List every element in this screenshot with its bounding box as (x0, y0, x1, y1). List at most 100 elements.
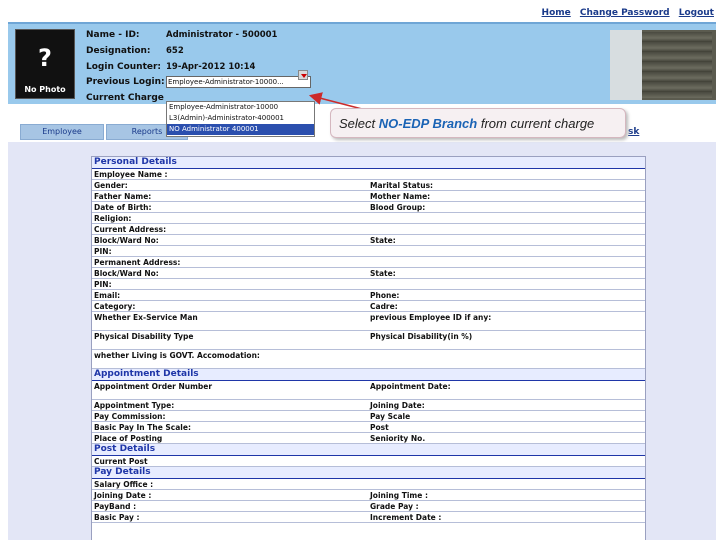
field-label: Increment Date : (370, 513, 442, 522)
form-row: Pay Commission: Pay Scale (92, 411, 645, 422)
field-label: State: (370, 236, 396, 245)
form-row: Gender: Marital Status: (92, 180, 645, 191)
form-row: PIN: (92, 279, 645, 290)
field-label: Basic Pay In The Scale: (94, 423, 191, 432)
desk-link[interactable]: sk (628, 127, 639, 137)
profile-values: Administrator - 500001 652 19-Apr-2012 1… (166, 28, 311, 91)
form-row: Religion: (92, 213, 645, 224)
form-row: Basic Pay In The Scale: Post (92, 422, 645, 433)
field-label: previous Employee ID if any: (370, 313, 492, 322)
callout-prefix: Select (339, 116, 379, 131)
form-row: Block/Ward No: State: (92, 235, 645, 246)
form-row: Appointment Order Number Appointment Date… (92, 381, 645, 400)
charge-option[interactable]: Employee-Administrator-10000 (167, 102, 314, 113)
form-row: Appointment Type: Joining Date: (92, 400, 645, 411)
form-row: Physical Disability Type Physical Disabil… (92, 331, 645, 350)
field-label: Salary Office : (94, 480, 154, 489)
field-label: Joining Time : (370, 491, 428, 500)
previous-login-value: 19-Apr-2012 10:14 (166, 61, 256, 72)
login-counter-label: Login Counter: (86, 61, 162, 72)
change-password-link[interactable]: Change Password (580, 8, 670, 18)
form-row: Current Address: (92, 224, 645, 235)
field-label: Blood Group: (370, 203, 426, 212)
user-photo: ? No Photo (15, 29, 75, 99)
field-label: Current Address: (94, 225, 167, 234)
personal-details-heading: Personal Details (92, 157, 645, 169)
post-details-heading: Post Details (92, 444, 645, 456)
field-label: Gender: (94, 181, 128, 190)
instruction-callout: Select NO-EDP Branch from current charge (330, 108, 626, 138)
field-label: Mother Name: (370, 192, 431, 201)
form-row: PIN: (92, 246, 645, 257)
top-nav: Home Change Password Logout (536, 8, 714, 18)
form-row: Salary Office : (92, 479, 645, 490)
form-row: Place of Posting Seniority No. (92, 433, 645, 444)
field-label: Pay Scale (370, 412, 411, 421)
photo-label: No Photo (24, 85, 66, 94)
name-id-label: Name - ID: (86, 30, 140, 40)
current-charge-select[interactable]: Employee-Administrator-10000... (166, 75, 311, 88)
field-label: whether Living is GOVT. Accomodation: (94, 351, 260, 360)
form-row: Date of Birth: Blood Group: (92, 202, 645, 213)
form-row: Basic Pay : Increment Date : (92, 512, 645, 523)
home-link[interactable]: Home (542, 8, 571, 18)
field-label: Grade Pay : (370, 502, 419, 511)
appointment-details-heading: Appointment Details (92, 369, 645, 381)
name-id-value: Administrator - 500001 (166, 30, 278, 40)
callout-highlight: NO-EDP Branch (378, 116, 478, 131)
current-charge-dropdown[interactable]: Employee-Administrator-10000 L3(Admin)-A… (166, 101, 315, 137)
field-label: Block/Ward No: (94, 269, 159, 278)
pay-details-heading: Pay Details (92, 467, 645, 479)
field-label: Whether Ex-Service Man (94, 313, 198, 322)
field-label: Block/Ward No: (94, 236, 159, 245)
field-label: Current Post (94, 457, 148, 466)
form-row: PayBand : Grade Pay : (92, 501, 645, 512)
charge-option[interactable]: L3(Admin)-Administrator-400001 (167, 113, 314, 124)
form-row: Email: Phone: (92, 290, 645, 301)
field-label: Appointment Type: (94, 401, 175, 410)
chevron-down-icon[interactable] (298, 70, 308, 80)
profile-labels: Name - ID: Designation: Login Counter: P… (86, 28, 165, 107)
field-label: Joining Date : (94, 491, 152, 500)
field-label: Physical Disability Type (94, 332, 194, 341)
form-row: Block/Ward No: State: (92, 268, 645, 279)
form-row: Current Post (92, 456, 645, 467)
form-row: Employee Name : (92, 169, 645, 180)
current-charge-label: Current Charge (86, 93, 164, 104)
form-row: Category: Cadre: (92, 301, 645, 312)
field-label: Seniority No. (370, 434, 426, 443)
field-label: Joining Date: (370, 401, 425, 410)
logout-link[interactable]: Logout (679, 8, 714, 18)
field-label: Date of Birth: (94, 203, 152, 212)
field-label: Place of Posting (94, 434, 163, 443)
field-label: PIN: (94, 247, 112, 256)
callout-suffix: from current charge (477, 116, 595, 131)
field-label: Employee Name : (94, 170, 168, 179)
field-label: Appointment Date: (370, 382, 451, 391)
form-row: Whether Ex-Service Man previous Employee … (92, 312, 645, 331)
field-label: Cadre: (370, 302, 398, 311)
field-label: Post (370, 423, 389, 432)
field-label: Religion: (94, 214, 132, 223)
designation-label: Designation: (86, 45, 151, 56)
warehouse-image (610, 30, 716, 100)
placeholder-avatar-icon: ? (38, 44, 52, 72)
field-label: PayBand : (94, 502, 137, 511)
form-row: whether Living is GOVT. Accomodation: (92, 350, 645, 369)
field-label: Email: (94, 291, 121, 300)
tab-employee[interactable]: Employee (20, 124, 104, 140)
form-row: Permanent Address: (92, 257, 645, 268)
field-label: Marital Status: (370, 181, 434, 190)
form-row: Father Name: Mother Name: (92, 191, 645, 202)
field-label: Phone: (370, 291, 400, 300)
field-label: Appointment Order Number (94, 382, 213, 391)
login-counter-value: 652 (166, 45, 184, 56)
charge-option-selected[interactable]: NO Administrator 400001 (167, 124, 314, 135)
field-label: Pay Commission: (94, 412, 166, 421)
field-label: Basic Pay : (94, 513, 140, 522)
field-label: Permanent Address: (94, 258, 181, 267)
employee-details-form: Personal Details Employee Name : Gender: Ma… (91, 156, 646, 540)
field-label: Father Name: (94, 192, 152, 201)
previous-login-label: Previous Login: (86, 77, 165, 88)
field-label: State: (370, 269, 396, 278)
